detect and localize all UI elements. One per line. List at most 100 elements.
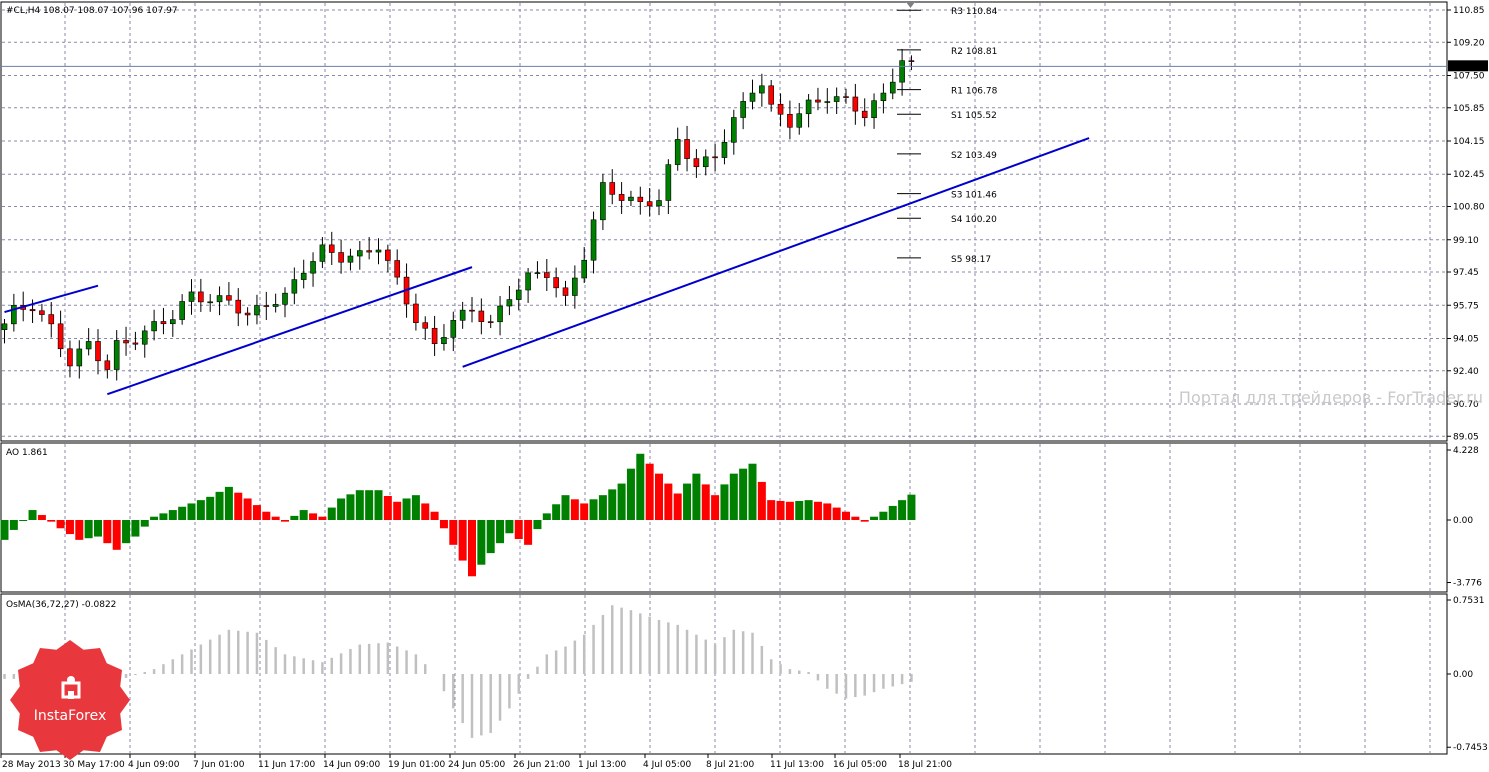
price-tick-label: 92.40 — [1453, 367, 1479, 377]
candle-body — [151, 321, 157, 332]
ao-bar — [346, 494, 355, 520]
ao-bar — [842, 511, 850, 520]
ao-bar — [533, 520, 542, 530]
candle-body — [525, 272, 531, 291]
candle-body — [170, 319, 176, 325]
ao-bar — [290, 515, 299, 520]
price-tick-label: 107.50 — [1453, 72, 1485, 82]
candle-body — [272, 304, 279, 307]
ao-bar — [729, 473, 738, 520]
ao-bar — [795, 500, 804, 520]
candle-body — [235, 299, 242, 314]
time-tick-label: 19 Jun 01:00 — [388, 760, 445, 770]
ao-bar — [299, 510, 308, 520]
ao-bar — [411, 495, 420, 520]
ao-bar — [514, 520, 523, 540]
ao-bar — [281, 520, 289, 522]
ao-bar — [84, 520, 93, 539]
time-tick-label: 4 Jun 09:00 — [128, 760, 180, 770]
time-tick-label: 26 Jun 21:00 — [513, 760, 570, 770]
ao-bar — [224, 486, 233, 520]
time-tick-label: 11 Jul 13:00 — [770, 760, 824, 770]
candle-body — [889, 81, 896, 94]
osma-axis: 0.7531 0.00 -0.7453 — [1447, 596, 1488, 753]
ao-bar — [337, 498, 346, 520]
candle-body — [581, 259, 588, 279]
ao-bar — [196, 500, 205, 520]
pivot-level-label: S3 101.46 — [951, 191, 997, 201]
candle-body — [104, 360, 111, 370]
ao-bar — [439, 520, 448, 529]
ao-bar — [243, 498, 252, 520]
candle-body — [768, 85, 775, 105]
ao-bar — [505, 520, 514, 534]
candle-body — [282, 292, 288, 305]
ao-bar — [486, 520, 495, 554]
last-price-label: 107.97 — [1453, 62, 1485, 72]
ao-bar — [776, 500, 785, 520]
time-tick-label: 14 Jun 09:00 — [323, 760, 380, 770]
candle-body — [385, 249, 391, 261]
candle-body — [300, 272, 307, 280]
ao-bar — [626, 468, 635, 520]
price-tick-label: 102.45 — [1453, 170, 1485, 180]
candle-body — [833, 96, 840, 102]
ao-bar — [720, 484, 729, 520]
price-tick-label: 105.85 — [1453, 104, 1485, 114]
ao-bar — [56, 520, 65, 529]
candle-body — [356, 250, 363, 257]
ao-bar — [468, 520, 476, 577]
pivot-level-label: S1 105.52 — [951, 111, 997, 121]
ao-bar — [757, 481, 766, 520]
fortrader-watermark: Портал для трейдеров - ForTrader.ru — [1179, 388, 1483, 407]
ao-bar — [309, 513, 318, 520]
price-tick-label: 97.45 — [1453, 268, 1479, 278]
ao-bar — [187, 503, 196, 520]
candle-body — [637, 196, 644, 202]
ao-bar — [19, 520, 28, 521]
ao-tick-label: -3.776 — [1453, 579, 1482, 589]
time-tick-label: 30 May 17:00 — [63, 760, 125, 770]
ao-bar — [645, 463, 654, 520]
candle-body — [572, 277, 578, 296]
osma-header: OsMA(36,72,27) -0.0822 — [6, 600, 116, 610]
candle-body — [618, 194, 625, 201]
candle-body — [740, 101, 746, 118]
ao-bar — [318, 516, 327, 520]
candle-body — [777, 103, 784, 115]
ao-bar — [767, 500, 776, 520]
ao-bar — [683, 483, 692, 520]
candle-body — [871, 100, 877, 118]
candle-body — [506, 299, 513, 307]
pivot-level-label: R3 110.84 — [951, 7, 998, 17]
ao-bar — [851, 516, 860, 520]
candle-body — [749, 92, 756, 102]
ao-tick-label: 0.00 — [1453, 516, 1473, 526]
candle-body — [459, 309, 466, 321]
candle-body — [160, 321, 167, 325]
price-tick-label: 99.10 — [1453, 236, 1479, 246]
candle-body — [497, 305, 503, 323]
candle-body — [487, 321, 494, 323]
candle-body — [57, 323, 64, 350]
candle-body — [843, 96, 849, 98]
ao-bar — [823, 503, 832, 520]
ao-bar — [907, 494, 916, 520]
candle-body — [515, 289, 522, 300]
candle-body — [95, 341, 101, 362]
time-tick-label: 8 Jul 21:00 — [706, 760, 755, 770]
ao-bar — [252, 505, 261, 520]
ao-bar — [655, 473, 663, 520]
ao-bar — [168, 510, 177, 520]
candle-body — [852, 96, 859, 112]
candle-body — [263, 305, 270, 307]
candle-body — [67, 348, 73, 367]
time-tick-label: 11 Jun 17:00 — [258, 760, 315, 770]
panel-frame-0 — [0, 1, 1448, 442]
price-tick-label: 110.85 — [1453, 6, 1485, 16]
time-tick-label: 24 Jun 05:00 — [448, 760, 505, 770]
candle-body — [628, 196, 634, 201]
candle-body — [469, 309, 475, 312]
ao-bar — [570, 499, 579, 520]
ao-axis: 4.228 0.00 -3.776 — [1447, 446, 1482, 589]
